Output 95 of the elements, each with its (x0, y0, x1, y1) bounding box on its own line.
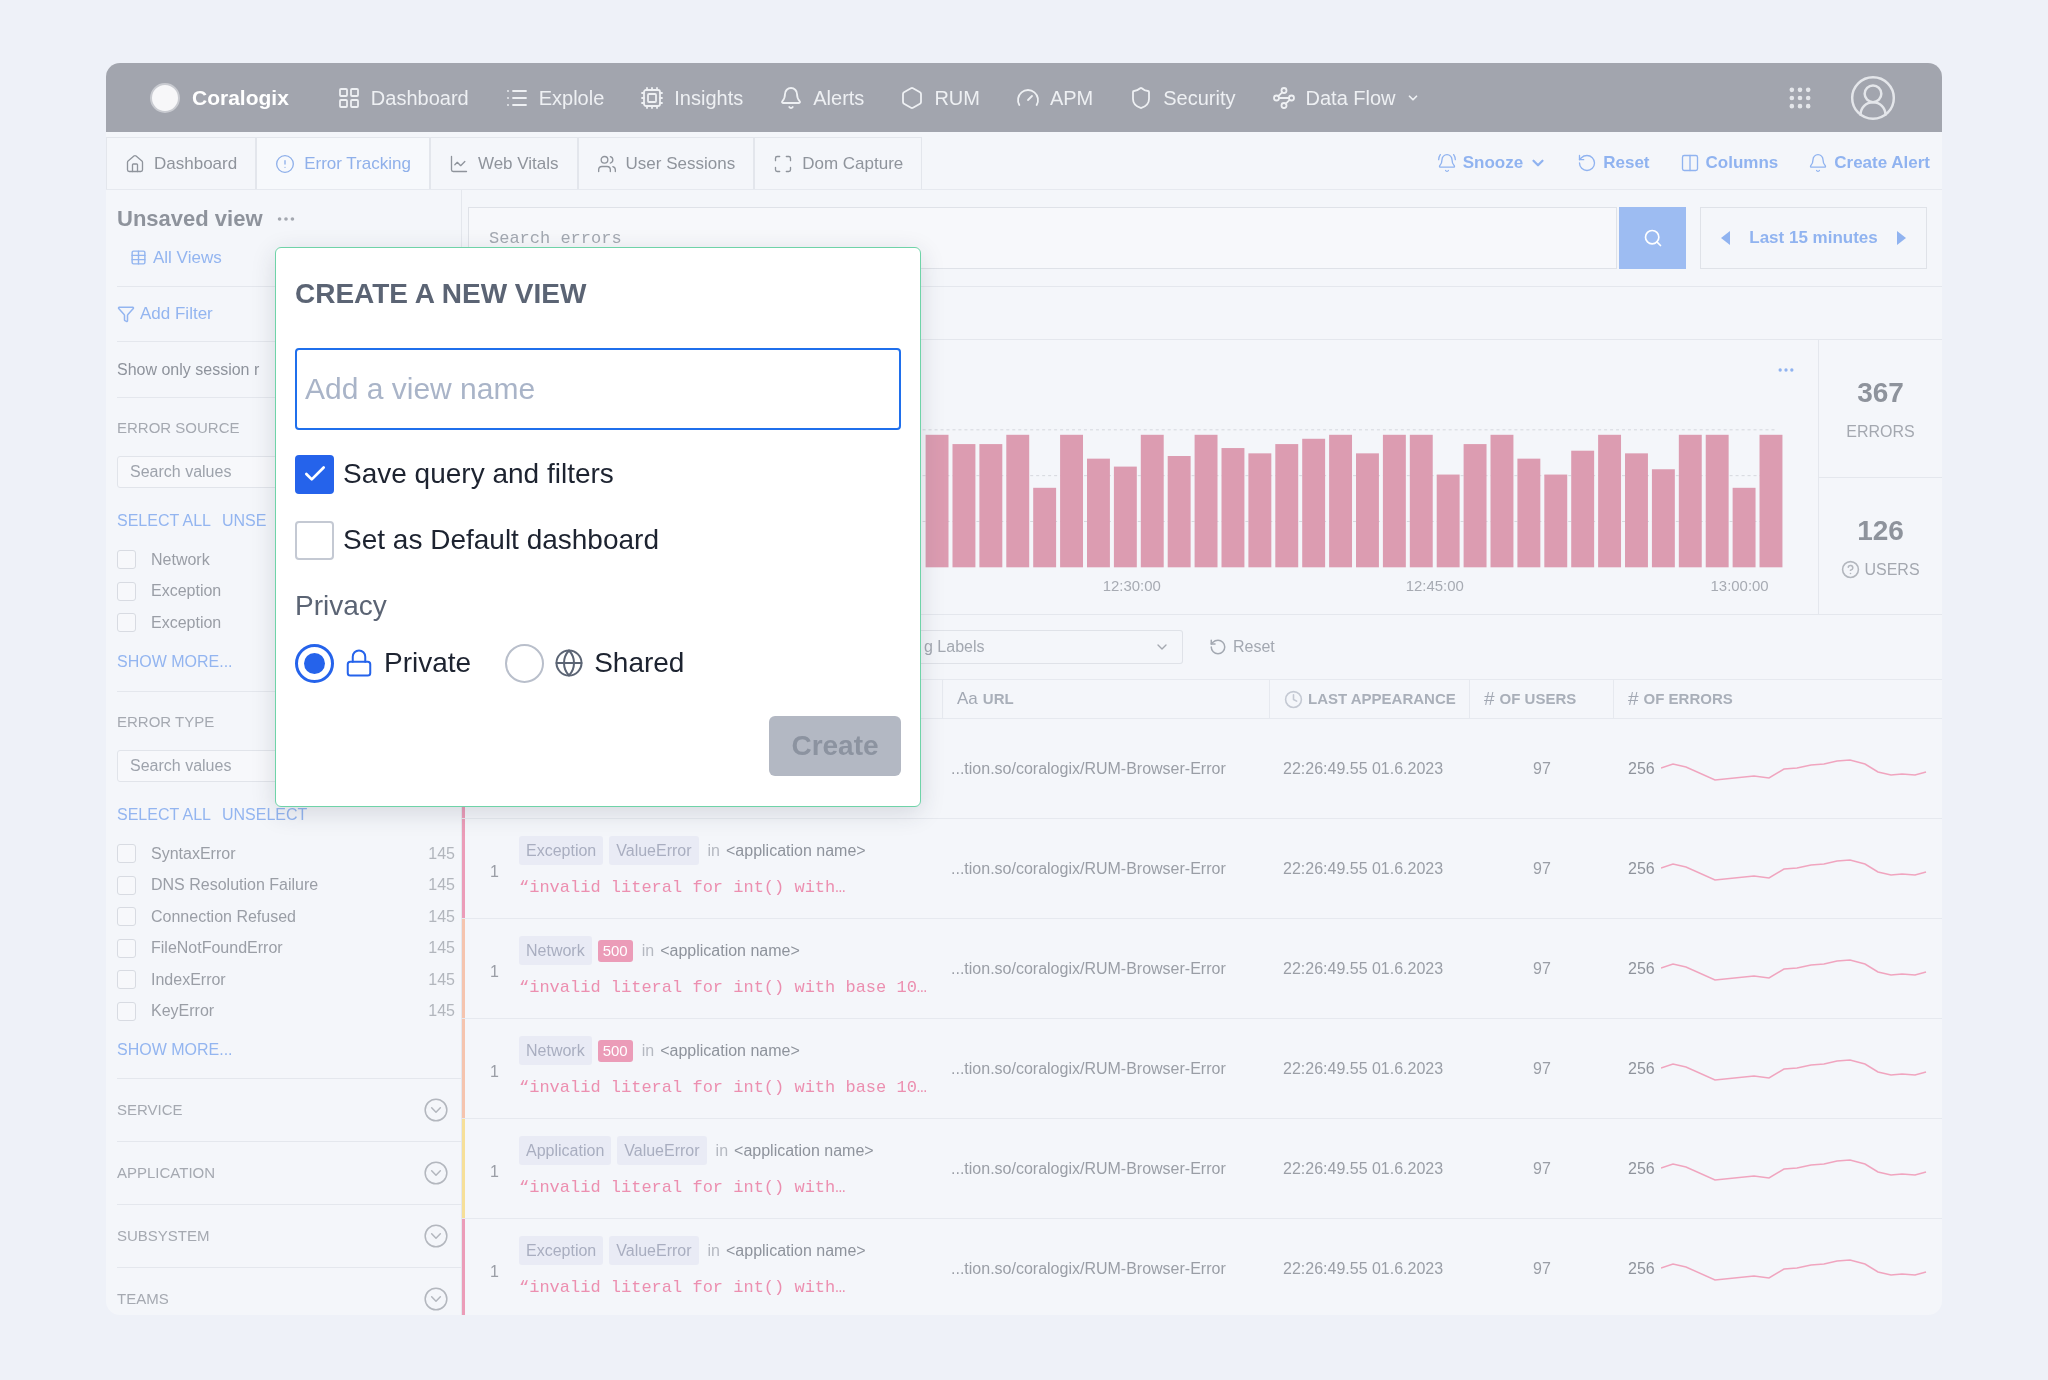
url-cell-text: ...tion.so/coralogix/RUM-Browser-Error (951, 758, 1226, 779)
users-cell-text: 97 (1533, 1158, 1551, 1179)
axis-label: 12:45:00 (1405, 577, 1464, 595)
users-cell-text: 97 (1533, 1258, 1551, 1279)
error-message: “invalid literal for int() with… (519, 877, 847, 900)
in-label: in (715, 1140, 729, 1161)
occurrence-count: 1 (490, 1261, 500, 1282)
users-cell-text: 97 (1533, 758, 1551, 779)
axis-label: 13:00:00 (1710, 577, 1769, 595)
error-message: “invalid literal for int() with base 10… (519, 977, 928, 1000)
application-name: <application name> (726, 840, 866, 861)
in-label: in (707, 1240, 720, 1261)
errors-cell-text: 256 (1628, 858, 1655, 879)
error-tag: ValueError (609, 1236, 699, 1266)
option-count: 145 (428, 843, 455, 864)
error-tag: Application (519, 1136, 612, 1166)
error-tag: ValueError (617, 1136, 707, 1166)
stat-value: 126 (1857, 513, 1904, 548)
application-name: <application name> (660, 940, 800, 961)
application-name: <application name> (734, 1140, 874, 1161)
session-toggle-label: Show only session r (117, 359, 260, 380)
in-label: in (707, 840, 720, 861)
error-tag: Network (519, 1036, 592, 1066)
hash-symbol: # (1628, 686, 1639, 711)
errors-cell-text: 256 (1628, 1058, 1655, 1079)
timestamp-cell-text: 22:26:49.55 01.6.2023 (1283, 1258, 1444, 1279)
status-code: 500 (597, 1039, 633, 1062)
error-tag: ValueError (609, 836, 699, 866)
option-label: Exception (151, 612, 222, 633)
error-tag: Exception (519, 1236, 604, 1266)
timestamp-cell-text: 22:26:49.55 01.6.2023 (1283, 1058, 1444, 1079)
section-title: APPLICATION (117, 1162, 217, 1183)
radio-label: Private (384, 646, 472, 680)
url-cell-text: ...tion.so/coralogix/RUM-Browser-Error (951, 1158, 1226, 1179)
option-count: 145 (428, 1001, 455, 1022)
error-tag: Network (519, 936, 592, 966)
hash-symbol: # (1484, 686, 1495, 711)
privacy-label: Privacy (295, 589, 388, 623)
option-count: 145 (428, 906, 455, 927)
errors-cell-text: 256 (1628, 1258, 1655, 1279)
time-range-label: Last 15 minutes (1749, 227, 1878, 250)
users-cell-text: 97 (1533, 958, 1551, 979)
text-type-symbol: Aa (957, 688, 978, 711)
option-label: KeyError (151, 1001, 215, 1022)
option-count: 145 (428, 938, 455, 959)
errors-cell-text: 256 (1628, 958, 1655, 979)
errors-cell-text: 256 (1628, 758, 1655, 779)
users-cell-text: 97 (1533, 1058, 1551, 1079)
option-label: Exception (151, 581, 222, 602)
section-title: SERVICE (117, 1099, 184, 1120)
url-cell-text: ...tion.so/coralogix/RUM-Browser-Error (951, 858, 1226, 879)
stat-label: USERS (1864, 559, 1920, 580)
view-title: Unsaved view (117, 205, 263, 233)
url-cell-text: ...tion.so/coralogix/RUM-Browser-Error (951, 958, 1226, 979)
in-label: in (641, 1040, 655, 1061)
application-name: <application name> (660, 1040, 800, 1061)
application-name: <application name> (726, 1240, 866, 1261)
in-label: in (641, 940, 655, 961)
url-cell-text: ...tion.so/coralogix/RUM-Browser-Error (951, 1258, 1226, 1279)
option-label: DNS Resolution Failure (151, 875, 319, 896)
option-label: Connection Refused (151, 906, 296, 927)
option-label: FileNotFoundError (151, 938, 283, 959)
users-cell-text: 97 (1533, 858, 1551, 879)
error-message: “invalid literal for int() with base 10… (519, 1077, 928, 1100)
section-title: ERROR SOURCE (117, 418, 241, 438)
url-cell-text: ...tion.so/coralogix/RUM-Browser-Error (951, 1058, 1226, 1079)
error-tag: Exception (519, 836, 604, 866)
option-count: 145 (428, 875, 455, 896)
radio-label: Shared (594, 646, 685, 680)
error-message: “invalid literal for int() with… (519, 1277, 847, 1300)
errors-cell-text: 256 (1628, 1158, 1655, 1179)
occurrence-count: 1 (490, 861, 500, 882)
option-label: SyntaxError (151, 843, 236, 864)
timestamp-cell-text: 22:26:49.55 01.6.2023 (1283, 1158, 1444, 1179)
occurrence-count: 1 (490, 1161, 500, 1182)
stat-label: ERRORS (1846, 422, 1915, 443)
option-label: IndexError (151, 969, 226, 990)
section-title: SUBSYSTEM (117, 1225, 211, 1246)
brand-name: Coralogix (192, 84, 289, 111)
option-count: 145 (428, 969, 455, 990)
section-title: TEAMS (117, 1288, 170, 1309)
axis-label: 12:30:00 (1102, 577, 1161, 595)
section-title: ERROR TYPE (117, 712, 216, 732)
stat-value: 367 (1857, 376, 1904, 411)
occurrence-count: 1 (490, 961, 500, 982)
timestamp-cell-text: 22:26:49.55 01.6.2023 (1283, 758, 1444, 779)
dialog-title: CREATE A NEW VIEW (295, 277, 588, 311)
checkbox-label: Save query and filters (343, 457, 614, 491)
timestamp-cell-text: 22:26:49.55 01.6.2023 (1283, 858, 1444, 879)
occurrence-count: 1 (490, 1061, 500, 1082)
timestamp-cell-text: 22:26:49.55 01.6.2023 (1283, 958, 1444, 979)
status-code: 500 (597, 939, 633, 962)
checkbox-label: Set as Default dashboard (343, 523, 659, 557)
error-message: “invalid literal for int() with… (519, 1177, 847, 1200)
option-label: Network (151, 549, 210, 570)
